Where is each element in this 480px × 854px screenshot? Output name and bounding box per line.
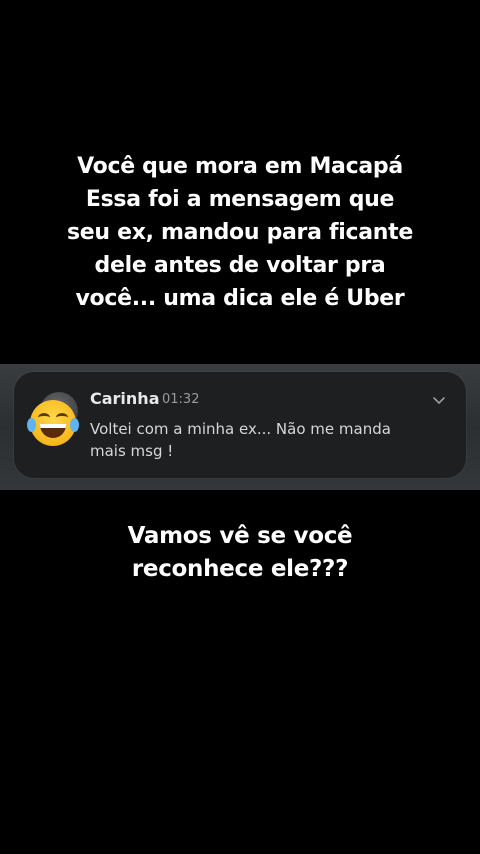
avatar xyxy=(27,392,79,454)
caption-bottom-line: Vamos vê se você xyxy=(127,523,353,549)
message-text: Voltei com a minha ex... Não me manda ma… xyxy=(90,420,391,460)
caption-top-line: seu ex, mandou para ficante xyxy=(66,220,414,245)
caption-bottom: Vamos vê se você reconhece ele??? xyxy=(0,520,480,586)
caption-bottom-line: reconhece ele??? xyxy=(131,556,349,582)
message-time: 01:32 xyxy=(162,392,200,407)
face-with-tears-of-joy-icon xyxy=(27,400,79,446)
caption-top-line: Essa foi a mensagem que xyxy=(85,187,395,212)
caption-top: Você que mora em Macapá Essa foi a mensa… xyxy=(0,150,480,315)
notification-card[interactable]: Carinha 01:32 Voltei com a minha ex... N… xyxy=(14,372,466,478)
chevron-down-icon[interactable] xyxy=(432,392,446,406)
caption-top-line: você... uma dica ele é Uber xyxy=(75,286,405,311)
caption-top-line: Você que mora em Macapá xyxy=(77,154,403,179)
caption-top-line: dele antes de voltar pra xyxy=(94,253,386,278)
sender-name: Carinha xyxy=(90,389,160,408)
